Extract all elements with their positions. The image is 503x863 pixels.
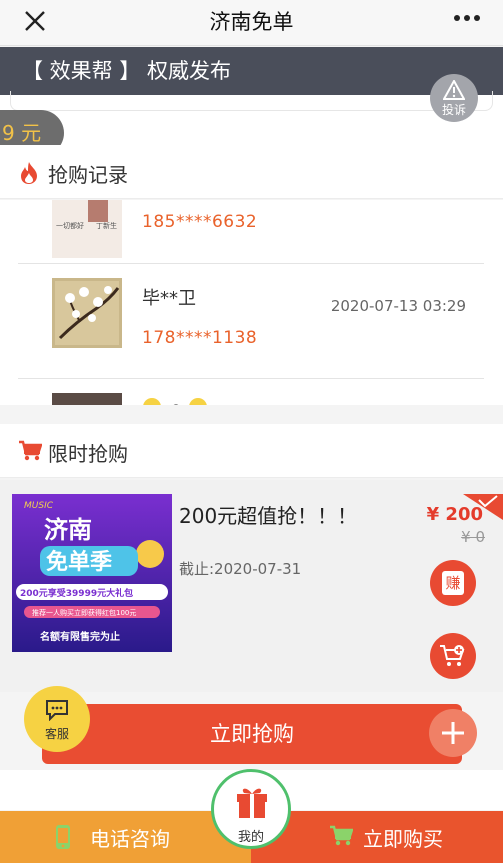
- list-item: 一切都好 丁新生 185****6632: [18, 200, 484, 264]
- gift-icon: [237, 788, 267, 818]
- records-list: 一切都好 丁新生 185****6632 毕**卫 2020-07-13 03:…: [0, 200, 503, 405]
- records-header: 抢购记录: [0, 145, 503, 199]
- record-time: 2020-07-13 03:29: [330, 297, 466, 315]
- records-title: 抢购记录: [48, 163, 128, 187]
- plus-icon: [442, 722, 464, 744]
- earn-label: 赚: [442, 571, 464, 595]
- product-card[interactable]: MUSIC 济南 免单季 200元享受39999元大礼包 推荐一人购买立即获得红…: [0, 480, 503, 692]
- rush-buy-button[interactable]: 立即抢购: [42, 704, 462, 764]
- thumb-text-a: 一切都好: [56, 221, 84, 230]
- complain-button[interactable]: 投诉: [430, 74, 478, 122]
- page-title: 济南免单: [209, 10, 294, 34]
- poster-line2: 免单季: [46, 549, 112, 575]
- product-old-price: ¥ 0: [461, 528, 485, 546]
- complain-label: 投诉: [441, 103, 466, 117]
- info-card: [0, 91, 503, 147]
- phone-icon: [56, 825, 70, 849]
- thumb-text-b: 丁新生: [96, 221, 117, 230]
- poster-music: MUSIC: [24, 501, 54, 511]
- poster-line1: 济南: [44, 516, 92, 544]
- customer-service-label: 客服: [44, 727, 69, 741]
- record-name: 毕**卫: [142, 288, 196, 309]
- customer-service-button[interactable]: 客服: [24, 686, 90, 752]
- more-options-icon[interactable]: [453, 14, 481, 22]
- product-deadline: 截止:2020-07-31: [179, 560, 302, 578]
- shopping-cart-icon: [19, 440, 42, 461]
- list-item: 毕**卫 2020-07-13 03:29 178****1138: [18, 264, 484, 379]
- my-account-button[interactable]: 我的: [211, 769, 291, 849]
- add-to-cart-button[interactable]: [430, 633, 476, 679]
- my-account-label: 我的: [237, 830, 264, 845]
- chat-icon: [46, 700, 68, 721]
- record-thumbnail: 一切都好 丁新生: [52, 200, 122, 258]
- record-phone: 185****6632: [142, 212, 258, 232]
- poster-line3: 200元享受39999元大礼包: [20, 587, 133, 599]
- flame-icon: [21, 162, 37, 184]
- cart-plus-icon: [440, 645, 465, 666]
- record-thumbnail: [52, 393, 122, 405]
- warning-icon: [443, 80, 465, 100]
- record-thumbnail: [52, 278, 122, 348]
- top-navigation-bar: 济南免单: [0, 0, 503, 46]
- buy-now-label: 立即购买: [363, 827, 443, 851]
- flash-sale-title: 限时抢购: [48, 442, 128, 466]
- flash-sale-header: 限时抢购: [0, 424, 503, 478]
- publisher-banner: 【 效果帮 】 权威发布: [0, 47, 503, 95]
- product-title: 200元超值抢！！！: [179, 504, 358, 528]
- record-phone: 178****1138: [142, 328, 258, 348]
- phone-consult-label: 电话咨询: [90, 827, 170, 851]
- product-price: ¥ 200: [426, 504, 483, 525]
- emoji-icon: [143, 398, 207, 405]
- earn-button[interactable]: 赚: [430, 560, 476, 606]
- poster-line5: 名额有限售完为止: [40, 630, 120, 643]
- poster-line4: 推荐一人购买立即获得红包100元: [32, 608, 136, 617]
- shopping-cart-icon: [330, 825, 353, 846]
- product-poster: MUSIC 济南 免单季 200元享受39999元大礼包 推荐一人购买立即获得红…: [12, 494, 172, 652]
- list-item: [18, 379, 484, 405]
- plus-button[interactable]: [429, 709, 477, 757]
